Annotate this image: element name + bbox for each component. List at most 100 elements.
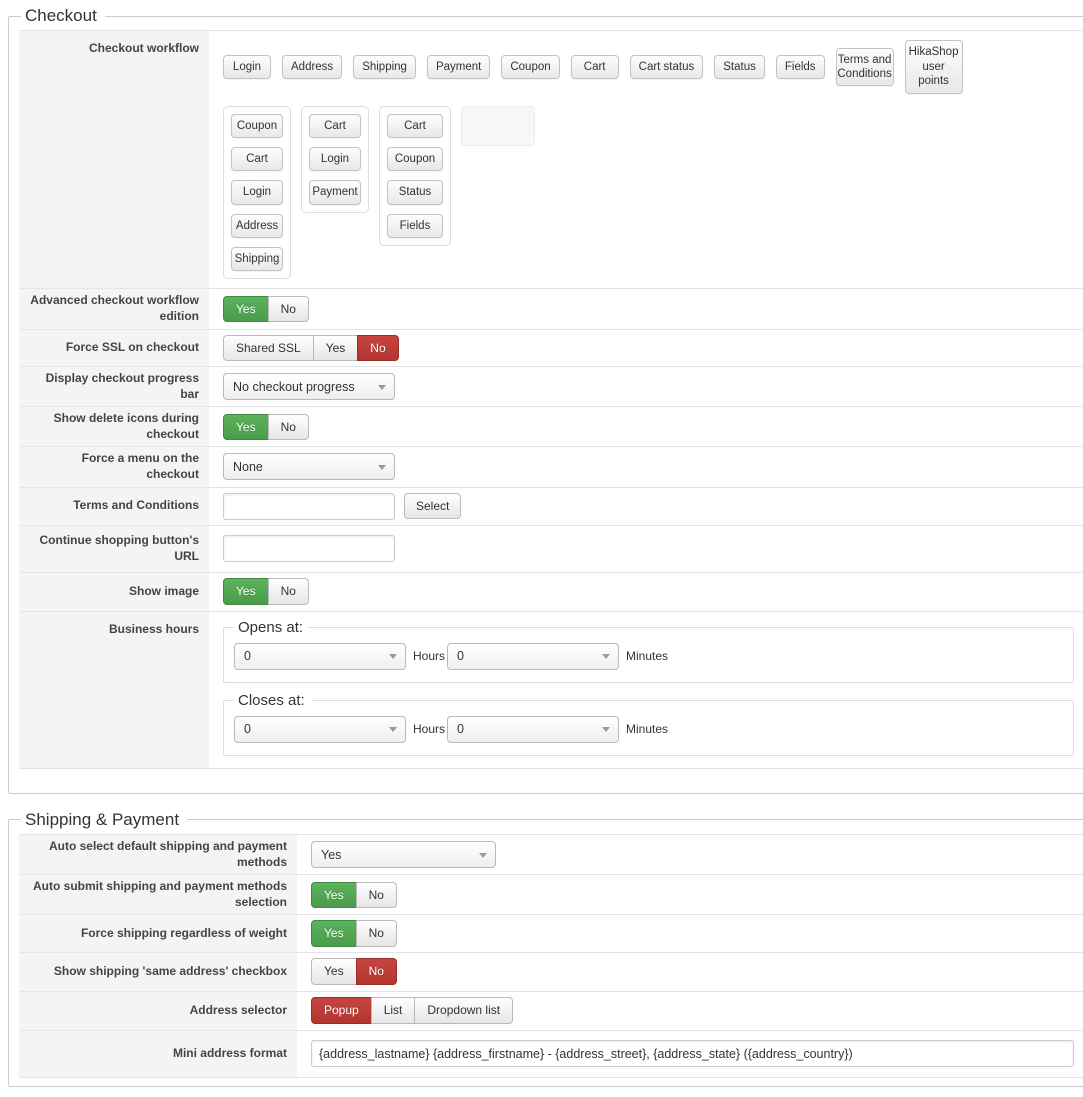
workflow-column-button[interactable]: Cart — [309, 113, 361, 138]
dropdown-arrow-icon — [378, 464, 386, 470]
checkout-section-title: Checkout — [25, 6, 97, 25]
force-menu-select[interactable]: None — [223, 453, 395, 481]
closes-hour-select[interactable]: 0 — [234, 715, 406, 743]
opens-hour-select[interactable]: 0 — [234, 642, 406, 670]
workflow-column-1: Coupon Cart Login Address Shipping — [223, 105, 291, 280]
dropdown-arrow-icon — [389, 654, 397, 660]
force-menu-select-value: None — [233, 459, 263, 474]
closes-minute-select[interactable]: 0 — [447, 715, 620, 743]
dropdown-arrow-icon — [602, 727, 611, 733]
workflow-step-button-coupon[interactable]: Coupon — [501, 54, 560, 80]
row-display-checkout-progress-bar: Display checkout progress bar No checkou… — [19, 366, 1083, 408]
toggle-no-button[interactable]: No — [355, 881, 397, 908]
row-auto-select-methods: Auto select default shipping and payment… — [19, 834, 1083, 876]
workflow-column-button[interactable]: Status — [387, 180, 443, 205]
toggle-yes-button[interactable]: Yes — [223, 413, 269, 440]
row-force-menu-on-checkout: Force a menu on the checkout None — [19, 447, 1083, 488]
shipping-payment-section-title: Shipping & Payment — [25, 809, 180, 829]
workflow-column-button[interactable]: Coupon — [387, 146, 443, 172]
continue-shopping-url-input[interactable] — [223, 535, 395, 563]
force-shipping-toggle: Yes No — [311, 920, 397, 947]
workflow-column-button[interactable]: Coupon — [231, 113, 283, 138]
workflow-step-button-payment[interactable]: Payment — [426, 54, 491, 80]
setting-label: Show delete icons during checkout — [19, 407, 209, 447]
setting-label: Terms and Conditions — [19, 487, 209, 525]
toggle-dropdown-list-button[interactable]: Dropdown list — [414, 997, 514, 1024]
setting-label: Show image — [19, 572, 209, 611]
setting-label: Display checkout progress bar — [19, 366, 209, 407]
workflow-step-button-status[interactable]: Status — [714, 54, 765, 80]
dropdown-arrow-icon — [602, 654, 611, 660]
row-force-shipping: Force shipping regardless of weight Yes … — [19, 915, 1083, 953]
workflow-column-button[interactable]: Address — [231, 213, 283, 239]
toggle-yes-button[interactable]: Yes — [223, 295, 269, 323]
workflow-step-button-shipping[interactable]: Shipping — [353, 54, 416, 80]
workflow-column-button[interactable]: Payment — [309, 180, 361, 205]
workflow-column-button[interactable]: Login — [309, 146, 361, 172]
hours-label: Hours — [413, 649, 446, 664]
setting-label: Address selector — [19, 991, 297, 1030]
shipping-payment-section: Shipping & Payment Auto select default s… — [8, 809, 1083, 1087]
dropdown-arrow-icon — [378, 384, 386, 390]
terms-input[interactable] — [223, 492, 395, 520]
workflow-step-button-user-points[interactable]: HikaShop user points — [904, 40, 963, 94]
closes-hour-value: 0 — [244, 722, 251, 737]
workflow-column-button[interactable]: Cart — [387, 113, 443, 138]
row-force-ssl-on-checkout: Force SSL on checkout Shared SSL Yes No — [19, 329, 1083, 367]
row-mini-address-format: Mini address format — [19, 1030, 1083, 1078]
row-address-selector: Address selector Popup List Dropdown lis… — [19, 991, 1083, 1031]
setting-label: Force shipping regardless of weight — [19, 915, 297, 952]
workflow-column-button[interactable]: Fields — [387, 213, 443, 239]
toggle-no-button[interactable]: No — [267, 578, 309, 605]
workflow-step-button-address[interactable]: Address — [282, 54, 343, 80]
workflow-column-button[interactable]: Cart — [231, 146, 283, 172]
toggle-popup-button[interactable]: Popup — [311, 997, 372, 1024]
toggle-yes-button[interactable]: Yes — [311, 920, 357, 947]
minutes-label: Minutes — [626, 649, 669, 664]
opens-hour-value: 0 — [244, 649, 251, 664]
workflow-column-button[interactable]: Shipping — [231, 247, 283, 272]
workflow-step-button-fields[interactable]: Fields — [775, 54, 825, 80]
toggle-yes-button[interactable]: Yes — [223, 578, 269, 605]
setting-label: Mini address format — [19, 1030, 297, 1077]
row-show-delete-icons: Show delete icons during checkout Yes No — [19, 407, 1083, 448]
toggle-no-button[interactable]: No — [355, 920, 397, 947]
row-same-address-checkbox: Show shipping 'same address' checkbox Ye… — [19, 952, 1083, 992]
row-advanced-checkout-workflow-edition: Advanced checkout workflow edition Yes N… — [19, 289, 1083, 330]
force-ssl-toggle: Shared SSL Yes No — [223, 334, 399, 361]
toggle-yes-button[interactable]: Yes — [312, 334, 359, 361]
workflow-step-button-cart-status[interactable]: Cart status — [629, 54, 704, 80]
workflow-empty-drop-zone[interactable] — [461, 105, 535, 146]
dropdown-arrow-icon — [389, 727, 397, 733]
progress-bar-select-value: No checkout progress — [233, 379, 355, 394]
auto-submit-toggle: Yes No — [311, 881, 397, 908]
toggle-yes-button[interactable]: Yes — [311, 958, 357, 985]
toggle-no-button[interactable]: No — [355, 958, 397, 985]
advanced-edition-toggle: Yes No — [223, 295, 309, 323]
row-continue-shopping-url: Continue shopping button's URL — [19, 525, 1083, 573]
opens-at-title: Opens at: — [238, 618, 304, 636]
auto-select-methods-select[interactable]: Yes — [311, 841, 496, 869]
toggle-no-button[interactable]: No — [267, 413, 309, 440]
workflow-step-button-terms[interactable]: Terms and Conditions — [835, 47, 894, 87]
checkout-workflow-label: Checkout workflow — [19, 31, 209, 289]
toggle-yes-button[interactable]: Yes — [311, 881, 357, 908]
mini-address-format-input[interactable] — [311, 1040, 1074, 1068]
toggle-no-button[interactable]: No — [267, 295, 309, 323]
progress-bar-select[interactable]: No checkout progress — [223, 373, 395, 401]
dropdown-arrow-icon — [479, 852, 487, 858]
workflow-step-button-cart[interactable]: Cart — [570, 54, 619, 80]
toggle-no-button[interactable]: No — [357, 334, 399, 361]
workflow-column-button[interactable]: Login — [231, 180, 283, 205]
setting-label: Continue shopping button's URL — [19, 525, 209, 572]
toggle-list-button[interactable]: List — [370, 997, 416, 1024]
toggle-shared-ssl-button[interactable]: Shared SSL — [223, 334, 314, 361]
delete-icons-toggle: Yes No — [223, 413, 309, 440]
address-selector-toggle: Popup List Dropdown list — [311, 997, 514, 1024]
terms-select-button[interactable]: Select — [404, 492, 462, 520]
workflow-step-button-login[interactable]: Login — [223, 54, 271, 80]
opens-minute-select[interactable]: 0 — [447, 642, 620, 670]
row-auto-submit-methods: Auto submit shipping and payment methods… — [19, 875, 1083, 916]
closes-at-fieldset: Closes at: 0 Hours 0 Minutes — [223, 691, 1074, 756]
auto-select-methods-value: Yes — [321, 847, 342, 862]
